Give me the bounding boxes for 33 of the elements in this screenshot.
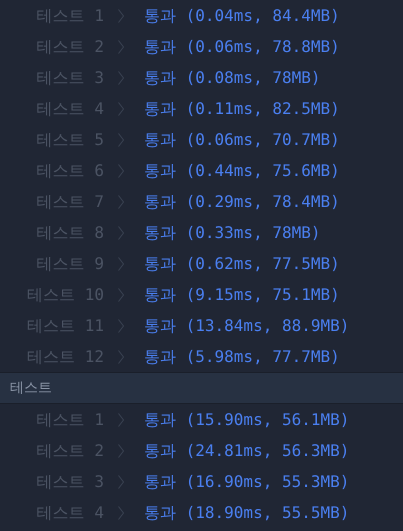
- test-result: 통과 (0.06ms, 78.8MB): [144, 36, 340, 58]
- chevron-icon: [118, 444, 124, 458]
- test-result: 통과 (0.62ms, 77.5MB): [144, 252, 340, 274]
- chevron-icon: [118, 288, 124, 302]
- chevron-icon: [118, 506, 124, 520]
- test-result: 통과 (18.90ms, 55.5MB): [144, 502, 350, 524]
- chevron-icon: [118, 40, 124, 54]
- chevron-icon: [118, 8, 124, 22]
- test-result: 통과 (0.08ms, 78MB): [144, 66, 320, 88]
- test-result: 통과 (13.84ms, 88.9MB): [144, 314, 350, 336]
- test-result: 통과 (15.90ms, 56.1MB): [144, 408, 350, 430]
- test-result: 통과 (0.33ms, 78MB): [144, 222, 320, 244]
- test-result: 통과 (0.29ms, 78.4MB): [144, 190, 340, 212]
- chevron-icon: [118, 256, 124, 270]
- test-result: 통과 (5.98ms, 77.7MB): [144, 346, 340, 368]
- test-result: 통과 (9.15ms, 75.1MB): [144, 284, 340, 306]
- chevron-icon: [118, 350, 124, 364]
- test-result: 통과 (0.06ms, 70.7MB): [144, 128, 340, 150]
- section-title: 테스트: [10, 378, 52, 398]
- test-result: 통과 (0.04ms, 84.4MB): [144, 4, 340, 26]
- chevron-icon: [118, 70, 124, 84]
- test-result: 통과 (0.11ms, 82.5MB): [144, 98, 340, 120]
- chevron-icon: [118, 102, 124, 116]
- chevron-icon: [118, 412, 124, 426]
- chevron-icon: [118, 474, 124, 488]
- test-result: 통과 (24.81ms, 56.3MB): [144, 440, 350, 462]
- chevron-icon: [118, 318, 124, 332]
- chevron-icon: [118, 164, 124, 178]
- test-result: 통과 (0.44ms, 75.6MB): [144, 160, 340, 182]
- chevron-icon: [118, 194, 124, 208]
- chevron-icon: [118, 226, 124, 240]
- test-result: 통과 (16.90ms, 55.3MB): [144, 470, 350, 492]
- chevron-icon: [118, 132, 124, 146]
